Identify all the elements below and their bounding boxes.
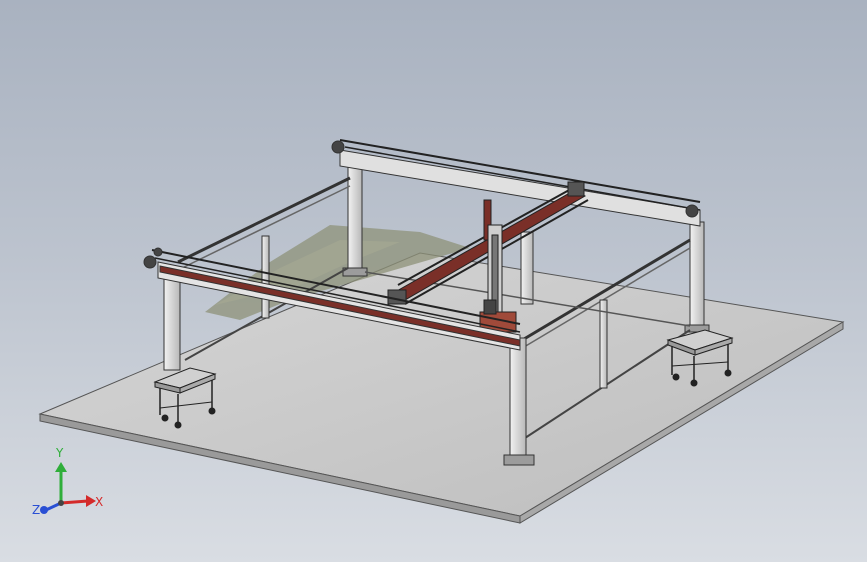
triad-x-label: X	[95, 495, 103, 509]
triad-z-arrow-icon	[40, 506, 48, 514]
triad-z-label: Z	[32, 503, 40, 517]
triad-x-axis	[60, 499, 89, 505]
axis-triad: Y X Z	[32, 446, 103, 517]
triad-origin	[58, 500, 64, 506]
gantry-model-view[interactable]: Y X Z	[0, 0, 867, 562]
graphics-viewport[interactable]: Y X Z	[0, 0, 867, 562]
triad-y-label: Y	[55, 446, 64, 460]
triad-y-arrow-icon	[55, 462, 67, 472]
